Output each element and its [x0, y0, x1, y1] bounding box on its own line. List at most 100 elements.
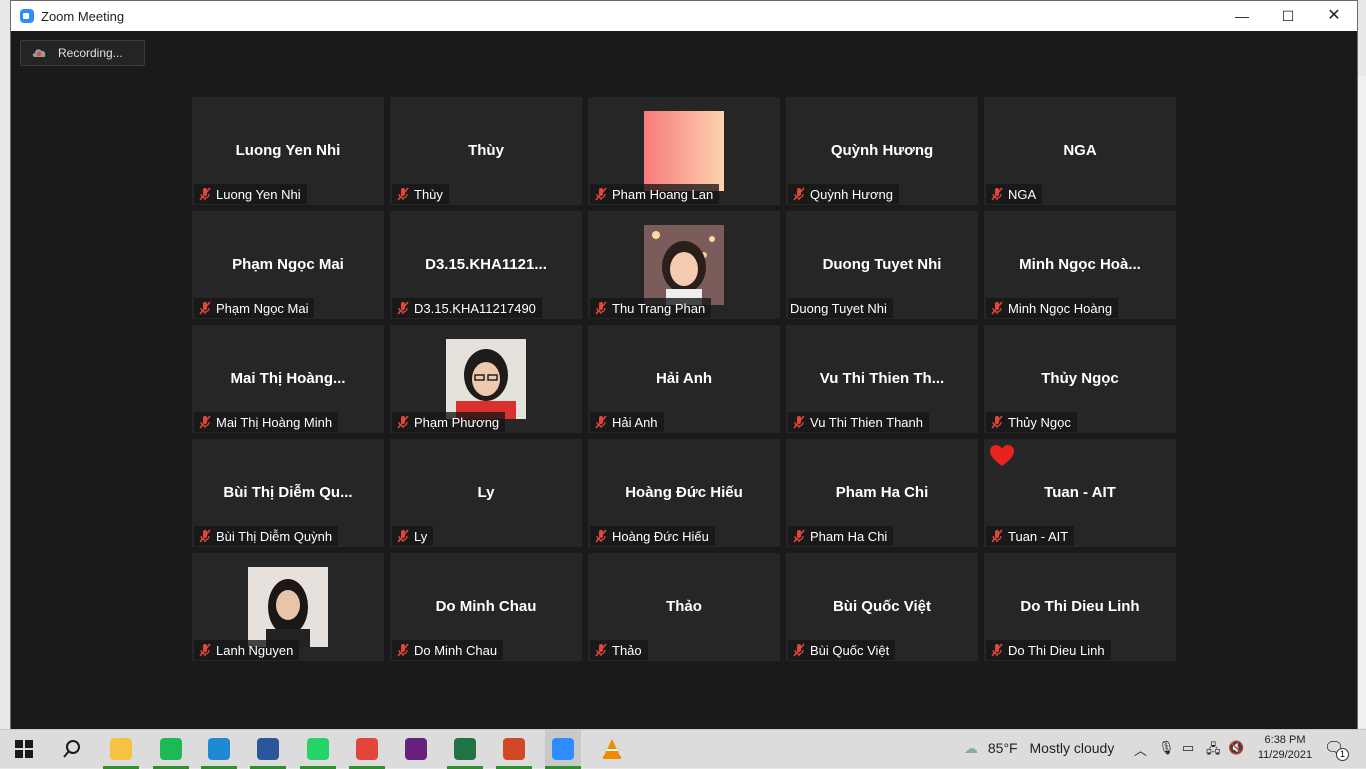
participant-display-name: Minh Ngọc Hoà... [1019, 256, 1141, 273]
participant-display-name: Do Thi Dieu Linh [1020, 598, 1140, 615]
participant-name: Do Thi Dieu Linh [1008, 642, 1105, 658]
participant-tile[interactable]: Bùi Thị Diễm Qu... Bùi Thị Diễm Quỳnh [192, 439, 384, 547]
chevron-up-icon[interactable]: ︿ [1134, 740, 1147, 759]
participant-tile[interactable]: Hải Anh Hải Anh [588, 325, 780, 433]
network-icon[interactable]: 🖧 [1206, 740, 1221, 762]
minimize-button[interactable]: — [1219, 1, 1265, 31]
participant-name-tag: Duong Tuyet Nhi [788, 298, 893, 318]
taskbar-app-button[interactable] [349, 730, 385, 769]
participant-tile[interactable]: Pham Ha Chi Pham Ha Chi [786, 439, 978, 547]
participant-name: Hoàng Đức Hiếu [612, 528, 709, 544]
taskbar-app-button[interactable] [447, 730, 483, 769]
participant-display-name: Duong Tuyet Nhi [822, 256, 942, 273]
participant-display-name: D3.15.KHA1121... [425, 256, 547, 273]
participant-tile[interactable]: Tuan - AIT Tuan - AIT [984, 439, 1176, 547]
participant-tile[interactable]: Pham Hoang Lan [588, 97, 780, 205]
muted-microphone-icon [397, 415, 409, 429]
heart-icon [990, 445, 1014, 466]
participant-tile[interactable]: Minh Ngọc Hoà... Minh Ngọc Hoàng [984, 211, 1176, 319]
participant-tile[interactable]: Bùi Quốc Việt Bùi Quốc Việt [786, 553, 978, 661]
volume-muted-icon[interactable]: 🔇 [1228, 740, 1244, 756]
participant-name-tag: Phạm Ngọc Mai [194, 298, 315, 318]
taskbar-app-button[interactable] [545, 730, 581, 769]
participant-tile[interactable]: Quỳnh Hương Quỳnh Hương [786, 97, 978, 205]
participant-tile[interactable]: Phạm Ngọc Mai Phạm Ngọc Mai [192, 211, 384, 319]
participant-tile[interactable]: Thùy Thùy [390, 97, 582, 205]
participant-display-name: Hoàng Đức Hiếu [625, 484, 743, 501]
system-clock[interactable]: 6:38 PM 11/29/2021 [1250, 733, 1320, 763]
participant-tile[interactable]: Mai Thị Hoàng... Mai Thị Hoàng Minh [192, 325, 384, 433]
participant-display-name: Do Minh Chau [435, 598, 537, 615]
participant-tile[interactable]: Hoàng Đức Hiếu Hoàng Đức Hiếu [588, 439, 780, 547]
weather-text: Mostly cloudy [1029, 740, 1115, 756]
participant-tile[interactable]: Thu Trang Phan [588, 211, 780, 319]
taskbar-app-button[interactable] [201, 730, 237, 769]
whatsapp-icon [307, 738, 329, 760]
participant-tile[interactable]: Thủy Ngọc Thủy Ngọc [984, 325, 1176, 433]
participant-name-tag: NGA [986, 184, 1043, 204]
maximize-button[interactable]: ☐ [1265, 1, 1311, 31]
participant-display-name: Quỳnh Hương [830, 142, 934, 159]
participant-name: Bùi Thị Diễm Quỳnh [216, 528, 333, 544]
taskbar-app-button[interactable] [54, 730, 90, 769]
participant-tile[interactable]: Phạm Phương [390, 325, 582, 433]
participant-name-tag: D3.15.KHA11217490 [392, 298, 542, 318]
muted-microphone-icon [595, 415, 607, 429]
taskbar-app-button[interactable] [103, 730, 139, 769]
participant-name-tag: Pham Hoang Lan [590, 184, 720, 204]
participant-tile[interactable]: Do Minh Chau Do Minh Chau [390, 553, 582, 661]
muted-microphone-icon [199, 301, 211, 315]
zoom-logo-icon [20, 9, 34, 23]
participant-name: Thảo [612, 642, 642, 658]
taskbar-app-button[interactable] [300, 730, 336, 769]
participant-display-name: Thùy [468, 142, 504, 159]
notification-button[interactable]: 🗨 1 [1324, 738, 1349, 761]
participant-name-tag: Minh Ngọc Hoàng [986, 298, 1119, 318]
participant-name-tag: Thùy [392, 184, 449, 204]
participant-tile[interactable]: Duong Tuyet Nhi Duong Tuyet Nhi [786, 211, 978, 319]
muted-microphone-icon [199, 643, 211, 657]
participant-tile[interactable]: NGA NGA [984, 97, 1176, 205]
taskbar-app-button[interactable] [594, 730, 630, 769]
recording-indicator[interactable]: Recording... [20, 40, 145, 66]
participant-tile[interactable]: Thảo Thảo [588, 553, 780, 661]
visual-studio-icon [405, 738, 427, 760]
muted-microphone-icon [397, 301, 409, 315]
weather-widget[interactable]: ☁ 85°F Mostly cloudy [964, 740, 1114, 757]
battery-icon[interactable]: ▭ [1182, 740, 1194, 756]
clock-time: 6:38 PM [1264, 734, 1306, 746]
zoom-icon [552, 738, 574, 760]
participant-tile[interactable]: D3.15.KHA1121... D3.15.KHA11217490 [390, 211, 582, 319]
taskbar-app-button[interactable] [6, 730, 42, 769]
windows-start-icon [13, 738, 35, 765]
muted-microphone-icon [991, 301, 1003, 315]
participant-tile[interactable]: Ly Ly [390, 439, 582, 547]
participant-tile[interactable]: Luong Yen Nhi Luong Yen Nhi [192, 97, 384, 205]
vlc-icon [601, 738, 623, 765]
participant-tile[interactable]: Do Thi Dieu Linh Do Thi Dieu Linh [984, 553, 1176, 661]
background-scrollbar[interactable] [1358, 76, 1366, 728]
window-title: Zoom Meeting [41, 9, 125, 24]
taskbar-app-button[interactable] [398, 730, 434, 769]
participant-name: Thủy Ngọc [1008, 414, 1071, 430]
muted-microphone-icon [199, 187, 211, 201]
participant-tile[interactable]: Vu Thi Thien Th... Vu Thi Thien Thanh [786, 325, 978, 433]
profile-picture [446, 339, 526, 419]
participant-name-tag: Bùi Quốc Việt [788, 640, 896, 660]
taskbar-app-button[interactable] [153, 730, 189, 769]
participant-tile[interactable]: Lanh Nguyen [192, 553, 384, 661]
microphone-icon[interactable]: 🎙 [1158, 740, 1175, 756]
taskbar-app-button[interactable] [250, 730, 286, 769]
muted-microphone-icon [793, 415, 805, 429]
muted-microphone-icon [397, 187, 409, 201]
participant-name-tag: Hải Anh [590, 412, 664, 432]
participant-name-tag: Thu Trang Phan [590, 298, 712, 318]
edge-icon [208, 738, 230, 760]
close-button[interactable]: ✕ [1311, 1, 1357, 31]
gallery-grid: Luong Yen Nhi Luong Yen Nhi Thùy Thùy Pham H… [192, 97, 1176, 661]
participant-display-name: Vu Thi Thien Th... [819, 370, 945, 387]
weather-temp: 85°F [987, 740, 1018, 756]
muted-microphone-icon [199, 415, 211, 429]
taskbar-app-button[interactable] [496, 730, 532, 769]
participant-name-tag: Quỳnh Hương [788, 184, 899, 204]
